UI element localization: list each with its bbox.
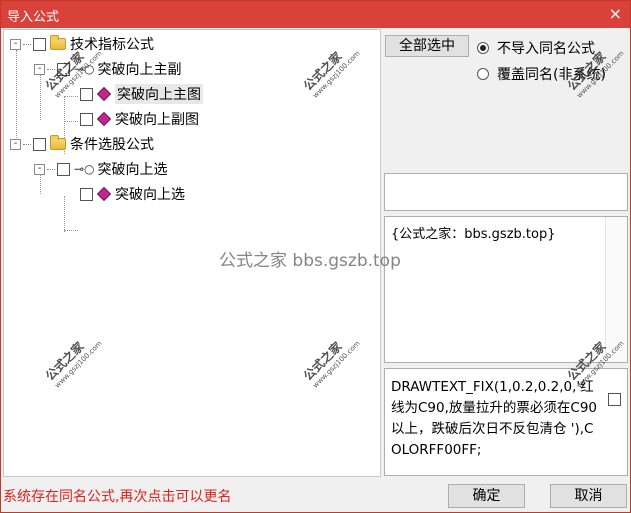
radio-label: 不导入同名公式	[497, 41, 595, 57]
radio-selected-icon[interactable]	[477, 42, 489, 54]
close-icon[interactable]: ×	[609, 4, 622, 23]
formula-info-box: {公式之家：bbs.gszb.top}	[384, 216, 628, 363]
status-message: 系统存在同名公式,再次点击可以更名	[3, 489, 232, 505]
tree-node-breakout-screen[interactable]: 突破向上选	[80, 183, 185, 205]
tree-connector	[47, 168, 55, 170]
tree-connector	[23, 143, 31, 145]
radio-unselected-icon[interactable]	[477, 68, 489, 80]
name-edit-field[interactable]	[384, 173, 628, 211]
node-label: 突破向上选	[97, 162, 168, 178]
node-checkbox[interactable]	[57, 162, 70, 176]
tree-connector	[23, 43, 31, 45]
formula-code-text: DRAWTEXT_FIX(1,0.2,0.2,0,'红线为C90,放量拉升的票必…	[391, 379, 597, 458]
ok-button[interactable]: 确定	[448, 484, 525, 508]
key-icon: ⊸○	[74, 162, 95, 176]
tree-connector	[64, 230, 78, 231]
cancel-button[interactable]: 取消	[550, 484, 627, 508]
node-checkbox[interactable]	[80, 112, 93, 126]
radio-skip-duplicates[interactable]: 不导入同名公式	[477, 38, 595, 58]
node-checkbox[interactable]	[80, 87, 93, 101]
tree-connector	[64, 121, 78, 122]
tree-node-breakout-sub-chart[interactable]: 突破向上副图	[80, 108, 199, 130]
formula-gem-icon	[96, 111, 112, 127]
title-bar: 导入公式 ×	[1, 1, 630, 28]
node-checkbox[interactable]	[80, 187, 93, 201]
tree-connector	[64, 96, 78, 97]
collapse-toggle-icon[interactable]: -	[10, 138, 21, 150]
node-label: 突破向上主图	[115, 84, 203, 104]
import-formula-dialog: 导入公式 × - 技术指标公式 - ⊸○ 突破向上主副 突破向上主图 突破向上副…	[0, 0, 631, 513]
info-text: {公式之家：bbs.gszb.top}	[391, 227, 556, 242]
dialog-title: 导入公式	[7, 10, 60, 25]
node-checkbox[interactable]	[33, 37, 46, 51]
node-label: 条件选股公式	[70, 137, 154, 153]
folder-icon	[50, 35, 66, 50]
collapse-toggle-icon[interactable]: -	[34, 163, 45, 175]
tree-node-breakout-screen-group[interactable]: - ⊸○ 突破向上选	[34, 158, 168, 180]
tree-connector	[64, 196, 65, 232]
formula-checkbox[interactable]	[608, 393, 621, 406]
node-label: 突破向上副图	[115, 112, 199, 128]
node-label: 突破向上主副	[97, 62, 182, 78]
node-label: 突破向上选	[115, 187, 185, 203]
formula-gem-icon	[96, 86, 112, 102]
node-checkbox[interactable]	[33, 137, 46, 151]
collapse-toggle-icon[interactable]: -	[34, 63, 45, 75]
select-all-button[interactable]: 全部选中	[385, 35, 469, 57]
collapse-toggle-icon[interactable]: -	[10, 38, 21, 50]
watermark-center: 公式之家 bbs.gszb.top	[219, 251, 401, 271]
tree-node-breakout-main-chart[interactable]: 突破向上主图	[80, 83, 203, 105]
formula-gem-icon	[96, 186, 112, 202]
formula-code-box: DRAWTEXT_FIX(1,0.2,0.2,0,'红线为C90,放量拉升的票必…	[384, 368, 628, 476]
folder-icon	[50, 135, 66, 150]
tree-node-screening-folder[interactable]: - 条件选股公式	[10, 133, 154, 155]
